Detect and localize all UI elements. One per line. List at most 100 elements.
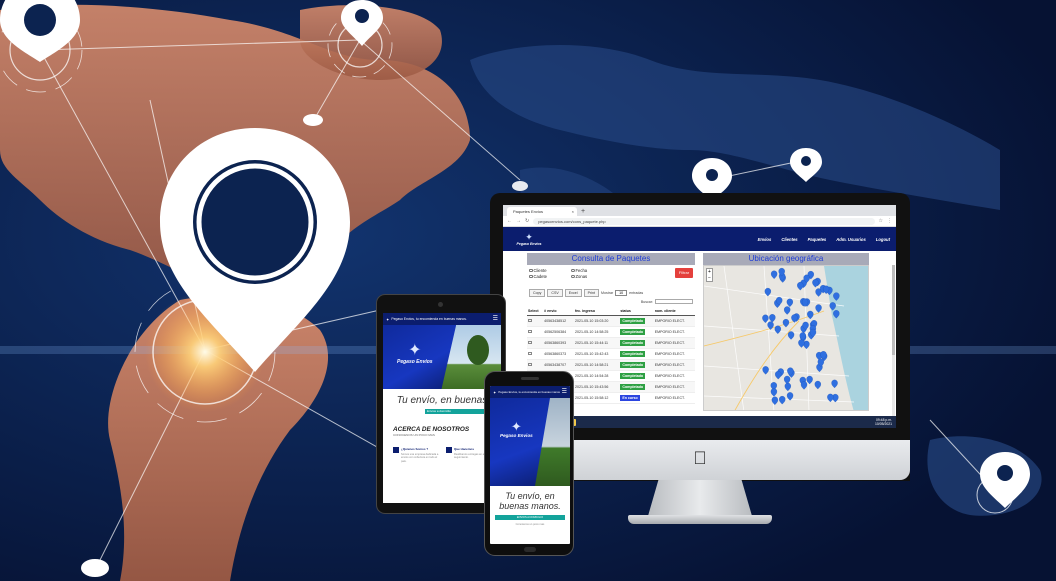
excel-button[interactable]: Excel — [564, 289, 582, 297]
filter-cliente-checkbox[interactable]: Cliente — [529, 268, 571, 273]
browser-tab-title: Paquetes Envios — [513, 209, 544, 214]
table-toolbar: Copy CSV Excel Print Mostrar 10 entradas — [527, 285, 695, 298]
print-button[interactable]: Print — [583, 289, 599, 297]
star-icon[interactable]: ☆ — [879, 218, 883, 224]
cell-status: Completado — [619, 359, 654, 371]
column-header[interactable]: fec. ingreso — [573, 307, 620, 316]
cell-cliente: EMPORIO ELECT. — [653, 348, 695, 360]
clock-date: 10/05/2021 — [875, 422, 892, 426]
table-row[interactable]: 40563438512 2021-05-10 15:03:20 Completado… — [527, 315, 695, 327]
pegasus-wing-icon: ✦ — [493, 389, 497, 395]
cell-fecha: 2021-05-10 15:44:11 — [573, 337, 620, 349]
pegasus-wing-icon: ✦ — [408, 342, 422, 359]
hamburger-menu-icon[interactable]: ☰ — [562, 389, 567, 395]
column-header[interactable]: status — [619, 307, 654, 316]
phone-screen: ✦ Pegaso Envios, tu encomienda en buenas… — [490, 386, 570, 544]
nav-link-envios[interactable]: Envios — [758, 237, 772, 242]
apple-logo-icon:  — [692, 449, 708, 467]
cell-status: Completado — [619, 348, 654, 360]
forward-icon[interactable]: → — [516, 218, 521, 224]
map-zoom-control: + − — [706, 268, 713, 282]
phone-hero-logo: ✦ Pegaso Envios — [500, 420, 533, 438]
cell-status: Completado — [619, 337, 654, 349]
page-scrollbar[interactable] — [892, 265, 895, 425]
column-header[interactable]: Select — [527, 307, 544, 316]
cell-fecha: 2021-05-10 14:54:28 — [573, 370, 620, 382]
row-select-checkbox[interactable] — [528, 340, 532, 345]
status-badge: Completado — [620, 384, 646, 390]
cell-fecha: 2021-05-10 15:42:43 — [573, 348, 620, 360]
back-icon[interactable]: ← — [507, 218, 512, 224]
cell-fecha: 2021-05-10 14:58:21 — [573, 359, 620, 371]
filter-zonas-radio[interactable]: Zonas — [571, 274, 613, 279]
filter-cadete-checkbox[interactable]: Cadete — [529, 274, 571, 279]
filter-group: Cliente Cadete Fecha Zonas Filtrar — [527, 265, 695, 285]
delivery-map[interactable]: + − — [703, 265, 869, 411]
reload-icon[interactable]: ↻ — [525, 218, 529, 224]
column-header[interactable]: # envio — [543, 307, 574, 316]
table-row[interactable]: 40563860373 2021-05-10 15:42:43 Completado… — [527, 348, 695, 360]
status-badge: Completado — [620, 373, 646, 379]
phone-cta-button[interactable]: ENVIOS A DOMICILIO — [495, 515, 565, 520]
row-select-checkbox[interactable] — [528, 351, 532, 356]
cell-fecha: 2021-05-10 15:03:20 — [573, 315, 620, 327]
table-row[interactable]: 40562506384 2021-05-10 14:58:25 Completado… — [527, 326, 695, 338]
hamburger-menu-icon[interactable]: ☰ — [493, 316, 498, 322]
menu-icon[interactable]: ⋮ — [887, 218, 892, 224]
pegasus-wing-icon: ✦ — [525, 232, 533, 242]
search-label: Buscar: — [640, 299, 653, 304]
filter-fecha-radio[interactable]: Fecha — [571, 268, 613, 273]
close-icon[interactable]: × — [572, 207, 574, 216]
table-row[interactable]: 40563438707 2021-05-10 14:58:21 Completado… — [527, 359, 695, 371]
table-search: Buscar: — [527, 298, 695, 307]
nav-link-adm-usuarios[interactable]: Adm. Usuarios — [836, 237, 866, 242]
page-size-select[interactable]: 10 — [615, 290, 628, 296]
site-logo-text: Pegaso Envios — [516, 242, 542, 246]
map-pin-icon — [341, 0, 383, 46]
cell-select — [527, 359, 544, 371]
hero-logo-text: Pegaso Envios — [397, 359, 433, 365]
feature-icon — [393, 447, 399, 453]
tablet-camera — [438, 302, 443, 307]
map-canvas — [704, 266, 868, 410]
row-select-checkbox[interactable] — [528, 362, 532, 367]
row-select-checkbox[interactable] — [528, 329, 532, 334]
cell-cliente: EMPORIO ELECT. — [653, 337, 695, 349]
hero-logo-text: Pegaso Envios — [500, 433, 533, 438]
browser-tab[interactable]: Paquetes Envios × — [507, 207, 577, 216]
phone-home-button[interactable] — [524, 547, 536, 552]
filtrar-button[interactable]: Filtrar — [675, 268, 693, 278]
pegasus-wing-icon: ✦ — [510, 419, 522, 434]
tree-image — [467, 335, 489, 365]
ubicacion-title: Ubicación geográfica — [703, 253, 869, 265]
cell-envio: 40563860373 — [543, 348, 574, 360]
tablet-hero-logo: ✦ Pegaso Envios — [397, 342, 433, 366]
cell-cliente: EMPORIO ELECT. — [653, 370, 695, 382]
nav-link-clientes[interactable]: Clientes — [781, 237, 797, 242]
map-pin-icon — [790, 148, 822, 182]
site-logo[interactable]: ✦ Pegaso Envios — [509, 232, 549, 246]
feature-item: ¿Quienes Somos ? Somos una empresa dedic… — [393, 447, 442, 463]
nav-link-paquetes[interactable]: Paquetes — [808, 237, 827, 242]
cell-select — [527, 315, 544, 327]
cell-fecha: 2021-05-10 15:58:12 — [573, 392, 620, 404]
table-row[interactable]: 40563860393 2021-05-10 15:44:11 Completado… — [527, 337, 695, 349]
cell-status: Completado — [619, 326, 654, 338]
browser-tab-strip: Paquetes Envios × + — [503, 205, 896, 216]
ubicacion-panel: Ubicación geográfica + − — [703, 253, 869, 411]
search-input[interactable] — [655, 299, 693, 304]
phone-device: ✦ Pegaso Envios, tu encomienda en buenas… — [484, 371, 574, 556]
copy-button[interactable]: Copy — [529, 289, 546, 297]
cell-envio: 40563438707 — [543, 359, 574, 371]
taskbar-clock[interactable]: 09:48 p.m. 10/05/2021 — [875, 418, 892, 426]
address-bar[interactable]: pegasoenvios.com/cons_paquete.php — [533, 217, 875, 225]
row-select-checkbox[interactable] — [528, 318, 532, 323]
status-badge: Completado — [620, 340, 646, 346]
zoom-out-button[interactable]: − — [707, 275, 712, 281]
column-header[interactable]: nom. cliente — [653, 307, 695, 316]
map-pin-icon — [980, 452, 1030, 508]
phone-footer-text: Conocenos un poco mas — [515, 523, 545, 526]
nav-link-logout[interactable]: Logout — [876, 237, 890, 242]
csv-button[interactable]: CSV — [547, 289, 563, 297]
new-tab-button[interactable]: + — [581, 207, 585, 216]
